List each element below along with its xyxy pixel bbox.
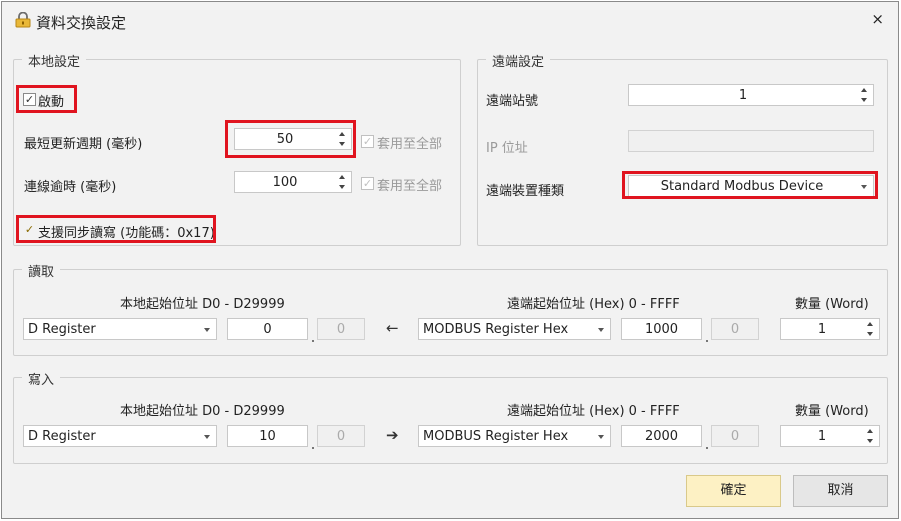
window-title: 資料交換設定 bbox=[36, 14, 127, 32]
local-settings-legend: 本地設定 bbox=[22, 51, 87, 70]
write-local-addr-field[interactable]: 10 bbox=[227, 425, 308, 447]
chevron-down-icon[interactable] bbox=[598, 435, 604, 439]
read-remote-type-value: MODBUS Register Hex bbox=[423, 322, 569, 337]
read-qty-stepper[interactable]: 1 bbox=[780, 318, 880, 340]
chevron-down-icon[interactable] bbox=[598, 328, 604, 332]
write-local-offset-value: 0 bbox=[336, 429, 346, 444]
read-group: 讀取 bbox=[13, 261, 888, 356]
write-remote-offset-value: 0 bbox=[730, 429, 740, 444]
apply-all-timeout-label: 套用至全部 bbox=[377, 179, 443, 194]
write-qty-header: 數量 (Word) bbox=[795, 404, 869, 419]
station-stepper[interactable]: 1 bbox=[628, 84, 874, 106]
apply-all-period-checkbox[interactable]: ✓ bbox=[361, 135, 374, 148]
read-remote-offset-value: 0 bbox=[730, 322, 740, 337]
chevron-down-icon[interactable] bbox=[204, 328, 210, 332]
stepper-arrows-icon[interactable] bbox=[865, 320, 877, 338]
write-local-type-value: D Register bbox=[28, 429, 96, 444]
read-qty-value: 1 bbox=[817, 322, 827, 337]
separator-dot bbox=[312, 447, 314, 449]
min-period-highlight bbox=[225, 120, 356, 158]
write-remote-addr-value: 2000 bbox=[644, 429, 679, 444]
read-local-offset-field[interactable]: 0 bbox=[317, 318, 365, 340]
read-local-offset-value: 0 bbox=[336, 322, 346, 337]
write-remote-addr-header: 遠端起始位址 (Hex) 0 - FFFF bbox=[507, 404, 680, 419]
apply-all-period-label: 套用至全部 bbox=[377, 137, 443, 152]
write-remote-addr-field[interactable]: 2000 bbox=[621, 425, 702, 447]
title-bar: 資料交換設定 × bbox=[2, 2, 898, 36]
close-button[interactable]: × bbox=[871, 10, 884, 28]
ok-button[interactable]: 確定 bbox=[686, 475, 781, 507]
read-local-addr-field[interactable]: 0 bbox=[227, 318, 308, 340]
separator-dot bbox=[706, 340, 708, 342]
read-local-type-select[interactable]: D Register bbox=[23, 318, 217, 340]
write-local-addr-header: 本地起始位址 D0 - D29999 bbox=[120, 404, 285, 419]
arrow-right-icon: ➔ bbox=[386, 426, 399, 444]
read-remote-addr-field[interactable]: 1000 bbox=[621, 318, 702, 340]
write-remote-offset-field[interactable]: 0 bbox=[711, 425, 759, 447]
read-legend: 讀取 bbox=[22, 261, 61, 280]
timeout-label: 連線逾時 (毫秒) bbox=[24, 180, 117, 195]
min-period-label: 最短更新週期 (毫秒) bbox=[24, 137, 143, 152]
station-label: 遠端站號 bbox=[486, 94, 539, 109]
separator-dot bbox=[312, 340, 314, 342]
device-type-highlight bbox=[622, 171, 878, 199]
read-remote-addr-value: 1000 bbox=[644, 322, 679, 337]
remote-settings-legend: 遠端設定 bbox=[486, 51, 551, 70]
separator-dot bbox=[706, 447, 708, 449]
enable-highlight bbox=[16, 85, 77, 113]
write-remote-type-select[interactable]: MODBUS Register Hex bbox=[418, 425, 611, 447]
station-value: 1 bbox=[738, 88, 748, 103]
read-qty-header: 數量 (Word) bbox=[795, 297, 869, 312]
write-local-offset-field[interactable]: 0 bbox=[317, 425, 365, 447]
sync-highlight bbox=[16, 215, 216, 243]
write-legend: 寫入 bbox=[22, 369, 61, 388]
write-qty-stepper[interactable]: 1 bbox=[780, 425, 880, 447]
write-local-addr-value: 10 bbox=[259, 429, 276, 444]
write-local-type-select[interactable]: D Register bbox=[23, 425, 217, 447]
read-local-addr-header: 本地起始位址 D0 - D29999 bbox=[120, 297, 285, 312]
cancel-button[interactable]: 取消 bbox=[793, 475, 888, 507]
chevron-down-icon[interactable] bbox=[204, 435, 210, 439]
lock-icon bbox=[14, 11, 32, 28]
write-remote-type-value: MODBUS Register Hex bbox=[423, 429, 569, 444]
write-group: 寫入 bbox=[13, 369, 888, 464]
timeout-stepper[interactable]: 100 bbox=[234, 171, 352, 193]
read-remote-addr-header: 遠端起始位址 (Hex) 0 - FFFF bbox=[507, 297, 680, 312]
ip-field[interactable] bbox=[628, 130, 874, 152]
stepper-arrows-icon[interactable] bbox=[865, 427, 877, 445]
ip-label: IP 位址 bbox=[486, 141, 528, 156]
read-local-type-value: D Register bbox=[28, 322, 96, 337]
stepper-arrows-icon[interactable] bbox=[337, 173, 349, 191]
timeout-value: 100 bbox=[272, 175, 298, 190]
arrow-left-icon: ← bbox=[386, 319, 399, 337]
apply-all-timeout-checkbox[interactable]: ✓ bbox=[361, 177, 374, 190]
read-remote-offset-field[interactable]: 0 bbox=[711, 318, 759, 340]
read-remote-type-select[interactable]: MODBUS Register Hex bbox=[418, 318, 611, 340]
stepper-arrows-icon[interactable] bbox=[859, 86, 871, 104]
write-qty-value: 1 bbox=[817, 429, 827, 444]
data-exchange-dialog: 資料交換設定 × 本地設定 ✓ 啟動 最短更新週期 (毫秒) 50 ✓ 套用至全… bbox=[1, 1, 899, 519]
read-local-addr-value: 0 bbox=[263, 322, 272, 337]
device-type-label: 遠端裝置種類 bbox=[486, 184, 565, 199]
